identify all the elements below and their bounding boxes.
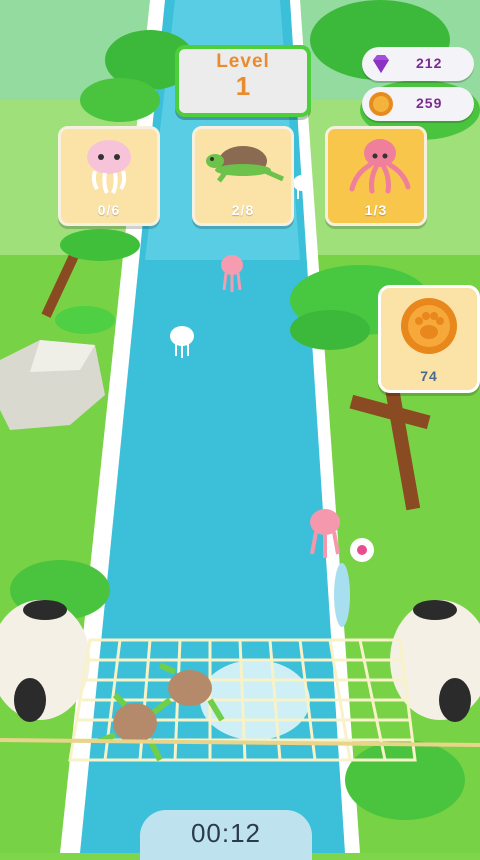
- gems-counter[interactable]: 212: [362, 47, 474, 81]
- target-count: 2/8: [231, 202, 255, 218]
- paw-coin-value: 74: [420, 368, 438, 384]
- target-card-turtle: 2/8: [192, 126, 294, 226]
- level-panel: Level 1: [175, 45, 311, 117]
- coin-icon: [369, 92, 393, 116]
- target-card-octopus: 1/3: [325, 126, 427, 226]
- paw-coin-icon: [401, 298, 457, 354]
- coins-counter[interactable]: 259: [362, 87, 474, 121]
- palm-bottom-right: [345, 740, 465, 820]
- gem-icon: [373, 55, 389, 73]
- level-number: 1: [235, 71, 251, 101]
- paw-coin-bonus[interactable]: 74: [378, 285, 480, 393]
- gems-value: 212: [416, 55, 443, 71]
- target-card-jellyfish: 0/6: [58, 126, 160, 226]
- octopus-creature: [310, 509, 340, 558]
- target-count: 0/6: [97, 202, 121, 218]
- target-count: 1/3: [364, 202, 388, 218]
- level-label: Level: [216, 51, 270, 72]
- timer-value: 00:12: [190, 818, 262, 848]
- coins-value: 259: [416, 95, 443, 111]
